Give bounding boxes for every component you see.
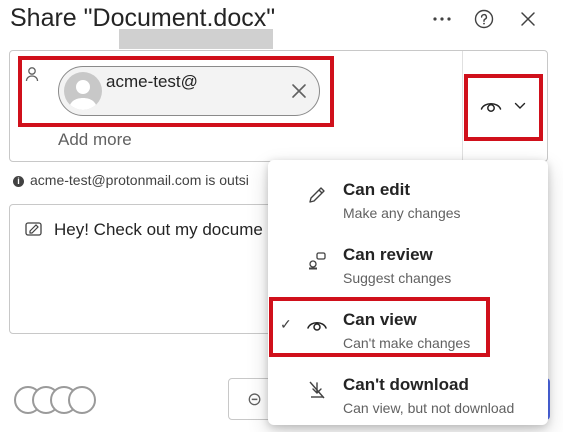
menu-item-can-view[interactable]: ✓ Can view Can't make changes (268, 294, 548, 356)
more-options-button[interactable] (431, 8, 453, 30)
more-horizontal-icon (433, 17, 451, 21)
close-icon (521, 12, 535, 26)
option-description: Suggest changes (343, 270, 452, 286)
person-icon (25, 66, 39, 87)
option-title: Can view (343, 310, 417, 329)
eye-icon (480, 103, 502, 112)
help-circle-icon (474, 9, 494, 29)
remove-recipient-button[interactable] (289, 81, 309, 101)
review-icon (309, 252, 326, 270)
message-text: Hey! Check out my docume (54, 220, 263, 239)
option-description: Can view, but not download (343, 400, 515, 416)
option-title: Can't download (343, 375, 469, 394)
info-text: acme-test@protonmail.com is outsi (30, 172, 249, 188)
menu-item-can-edit[interactable]: Can edit Make any changes (268, 164, 548, 226)
info-icon: i (13, 176, 24, 187)
add-more-input[interactable]: Add more (58, 130, 132, 150)
chevron-down-icon (514, 102, 526, 109)
dismiss-icon (292, 84, 306, 98)
recipient-divider (462, 51, 463, 161)
recipient-name: acme-test@ (106, 72, 198, 91)
option-description: Make any changes (343, 205, 461, 221)
edit-message-icon (25, 221, 43, 242)
checkmark-icon: ✓ (280, 316, 292, 332)
close-button[interactable] (517, 8, 539, 30)
option-description: Can't make changes (343, 335, 471, 351)
redacted-email-block (119, 29, 273, 49)
external-recipient-notice: i acme-test@protonmail.com is outsi (13, 172, 249, 188)
option-title: Can review (343, 245, 433, 264)
option-title: Can edit (343, 180, 411, 199)
recipient-chip[interactable]: acme-test@ (58, 66, 320, 116)
pencil-icon (309, 187, 325, 203)
permission-menu: Can edit Make any changes Can review Sug… (268, 160, 548, 425)
link-icon: ⊝ (247, 389, 263, 409)
no-download-icon (309, 381, 325, 399)
avatar (64, 72, 102, 110)
shared-with-avatars[interactable] (14, 386, 98, 416)
menu-item-can-review[interactable]: Can review Suggest changes (268, 229, 548, 291)
avatar (68, 386, 96, 414)
help-button[interactable] (473, 8, 495, 30)
permission-dropdown-button[interactable] (476, 86, 530, 126)
eye-icon (307, 322, 327, 331)
menu-item-cant-download[interactable]: Can't download Can view, but not downloa… (268, 359, 548, 421)
